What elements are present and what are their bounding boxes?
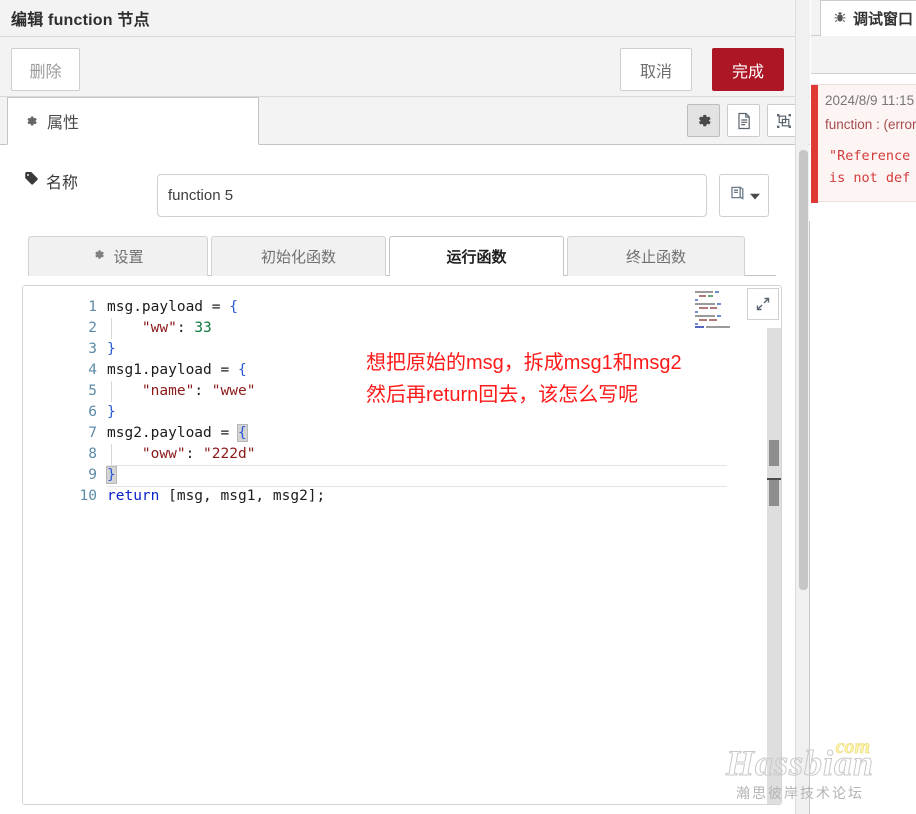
tab-settings[interactable]: 设置 [28,236,208,276]
code-line-4: msg1.payload = { [107,362,247,378]
edit-function-dialog: 编辑 function 节点 删除 取消 完成 属性 名称 function 5… [0,0,810,814]
line-number: 5 [88,383,97,399]
line-number: 6 [88,404,97,420]
document-icon-button[interactable] [727,104,760,137]
line-number: 8 [88,446,97,462]
line-number: 4 [88,362,97,378]
tab-init-function-label: 初始化函数 [260,249,336,266]
tag-icon [24,171,39,191]
line-number: 2 [88,320,97,336]
name-label-text: 名称 [46,175,79,192]
debug-message-source: function : (error) [825,117,916,132]
tab-properties[interactable]: 属性 [7,97,259,145]
gear-icon [24,114,38,128]
dialog-tabstrip: 属性 [0,97,810,145]
code-line-5: "name": "wwe" [141,383,256,399]
debug-message-timestamp: 2024/8/9 11:15 [825,93,915,108]
dialog-title: 编辑 function 节点 [11,12,150,29]
delete-button[interactable]: 删除 [11,48,80,91]
debug-message[interactable]: 2024/8/9 11:15 function : (error) "Refer… [811,84,916,203]
code-line-3: } [107,341,116,357]
tab-debug-window[interactable]: 调试窗口 [820,0,916,36]
scrollbar-marker [769,480,779,506]
editor-gutter: 1 2 3 4 5 6 7 8 9 10 [23,286,107,804]
tab-properties-label: 属性 [47,115,80,132]
code-line-10: return [msg, msg1, msg2]; [107,488,326,504]
line-number: 9 [88,467,97,483]
code-line-7: msg2.payload = { [107,424,248,442]
gear-icon-button[interactable] [687,104,720,137]
editor-code-area[interactable]: msg.payload = { "ww": 33 } msg1.payload … [106,286,781,727]
tab-debug-window-label: 调试窗口 [853,11,914,28]
code-line-9: } [106,466,117,484]
debug-message-body: "Reference is not def [829,148,911,186]
active-line-top-border [107,465,727,466]
line-number: 1 [88,299,97,315]
page-scrollbar-thumb[interactable] [799,150,808,590]
tab-init-function[interactable]: 初始化函数 [211,236,386,276]
code-line-6: } [107,404,116,420]
code-line-1: msg.payload = { [107,299,238,315]
code-line-8: "oww": "222d" [141,446,256,462]
page-scrollbar[interactable] [795,0,809,814]
cancel-button[interactable]: 取消 [620,48,692,91]
tab-stop-function-label: 终止函数 [625,249,686,266]
editor-minimap[interactable] [693,288,739,328]
tab-run-function-label: 运行函数 [446,249,507,266]
done-button[interactable]: 完成 [712,48,784,91]
code-line-2: "ww": 33 [141,320,212,336]
book-icon [729,184,747,207]
line-number: 10 [79,488,97,504]
expand-icon[interactable] [747,288,779,320]
line-number: 7 [88,425,97,441]
debug-toolbar [811,36,916,74]
screen: 编辑 function 节点 删除 取消 完成 属性 名称 function 5… [0,0,916,814]
tab-run-function[interactable]: 运行函数 [389,236,564,276]
editor-scrollbar[interactable] [767,328,781,804]
debug-tabbar: 调试窗口 [811,0,916,36]
line-number: 3 [88,341,97,357]
name-menu-button[interactable] [719,174,769,217]
dialog-titlebar: 编辑 function 节点 [0,0,810,37]
tab-stop-function[interactable]: 终止函数 [567,236,745,276]
function-tabs: 设置 初始化函数 运行函数 终止函数 [28,236,776,276]
dialog-toolbar-icons [687,104,800,137]
debug-panel: 调试窗口 2024/8/9 11:15 function : (error) "… [811,0,916,814]
bug-icon [833,10,847,28]
name-label: 名称 [24,169,78,193]
scrollbar-marker [769,440,779,466]
name-input[interactable] [157,174,707,217]
tab-settings-label: 设置 [113,249,144,266]
chevron-down-icon [749,187,760,205]
debug-message-accent-bar [811,85,818,203]
gear-icon [92,248,105,265]
code-editor[interactable]: 1 2 3 4 5 6 7 8 9 10 msg.payload = {"ww… [22,285,782,805]
